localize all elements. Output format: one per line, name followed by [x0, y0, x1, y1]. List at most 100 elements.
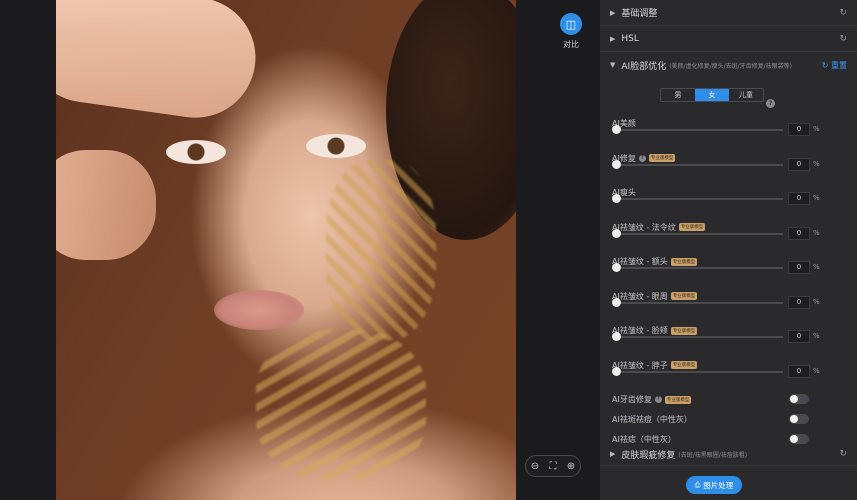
reset-icon[interactable]: ↻: [839, 449, 847, 459]
photo-lips-shape: [214, 290, 304, 330]
slider-list: AI美颜 0% AI修复? 专业版模型 0% AI瘦头 0% AI祛皱纹 - 法令纹 专业版模型…: [600, 114, 857, 390]
slider-handle[interactable]: [612, 297, 621, 307]
pro-model-badge: 专业版模型: [670, 292, 698, 300]
divider: [600, 465, 857, 466]
section-hsl[interactable]: ▶ HSL ↻: [600, 26, 857, 52]
portrait-photo: [56, 0, 516, 500]
slider-value-input[interactable]: 0: [788, 295, 810, 309]
section-title: 基础调整: [621, 9, 658, 19]
percent-unit: %: [813, 332, 820, 340]
percent-unit: %: [813, 263, 820, 271]
reset-icon[interactable]: ↻: [839, 8, 847, 18]
pro-model-badge: 专业版模型: [648, 154, 676, 162]
percent-unit: %: [813, 366, 820, 375]
slider-row: AI美颜 0%: [600, 114, 857, 149]
pro-model-badge: 专业版模型: [678, 223, 706, 231]
slider-label: AI祛皱纹 - 脸颊 专业版模型: [612, 326, 698, 335]
slider-handle[interactable]: [612, 125, 621, 134]
slider-row: AI祛皱纹 - 额头 专业版模型 0%: [600, 252, 857, 287]
toggle-row: AI祛斑祛痘（中性灰）: [600, 410, 857, 430]
toggle-label: AI牙齿修复? 专业版模型: [612, 395, 692, 404]
slider-value-input[interactable]: 0: [788, 192, 810, 205]
reset-button[interactable]: ↻ 重置: [822, 60, 847, 71]
section-skin[interactable]: ▶ 皮肤瑕疵修复 (去斑/祛黑眼圈/祛痘肤粗) ↻: [600, 441, 857, 467]
photo-eye-shape: [306, 134, 366, 158]
photo-gold-leaf-shape: [256, 330, 426, 480]
section-title: 皮肤瑕疵修复: [621, 450, 676, 461]
slider-track[interactable]: [616, 370, 783, 373]
slider-handle[interactable]: [612, 228, 621, 238]
pro-model-badge: 专业版模型: [670, 326, 698, 335]
help-icon[interactable]: ?: [638, 154, 646, 162]
slider-track[interactable]: [616, 336, 783, 338]
percent-unit: %: [813, 194, 820, 202]
section-subtitle: (去斑/祛黑眼圈/祛痘肤粗): [678, 451, 748, 459]
slider-value-input[interactable]: 0: [788, 364, 810, 378]
section-basic[interactable]: ▶ 基础调整 ↻: [600, 0, 857, 26]
slider-handle[interactable]: [612, 194, 621, 203]
compare-button[interactable]: ◫ 对比: [558, 13, 584, 50]
slider-handle[interactable]: [612, 263, 621, 272]
slider-track[interactable]: [616, 198, 783, 200]
slider-handle[interactable]: [612, 366, 621, 376]
process-image-button[interactable]: ⎙ 图片处理: [686, 476, 742, 494]
fit-screen-icon[interactable]: ⛶: [546, 461, 560, 472]
slider-row: AI祛皱纹 - 眼周 专业版模型 0%: [600, 287, 857, 322]
slider-track[interactable]: [616, 267, 783, 269]
caret-right-icon: ▶: [610, 34, 616, 43]
section-title: HSL: [621, 33, 639, 44]
compare-icon: ◫: [560, 13, 582, 35]
help-icon[interactable]: ?: [654, 396, 662, 403]
slider-label: AI祛皱纹 - 眼周 专业版模型: [612, 291, 698, 301]
zoom-out-icon[interactable]: ⊖: [528, 461, 542, 472]
help-icon[interactable]: ?: [766, 99, 775, 108]
slider-row: AI祛皱纹 - 脸颊 专业版模型 0%: [600, 321, 857, 356]
gender-segmented-control: 男 女 儿童: [660, 88, 764, 102]
percent-unit: %: [813, 125, 820, 133]
slider-track[interactable]: [616, 232, 783, 235]
pro-model-badge: 专业版模型: [664, 395, 692, 404]
slider-track[interactable]: [616, 129, 783, 131]
percent-unit: %: [813, 297, 820, 306]
slider-handle[interactable]: [612, 332, 621, 341]
section-title: AI脸部优化: [621, 61, 667, 72]
toggle-switch[interactable]: [789, 414, 809, 424]
gender-male-option[interactable]: 男: [661, 89, 695, 101]
slider-value-input[interactable]: 0: [788, 123, 810, 136]
slider-value-input[interactable]: 0: [788, 330, 810, 343]
photo-gold-leaf-shape: [326, 160, 436, 340]
slider-row: AI祛皱纹 - 法令纹 专业版模型 0%: [600, 218, 857, 253]
slider-track[interactable]: [616, 301, 783, 304]
slider-value-input[interactable]: 0: [788, 226, 810, 240]
section-ai-face[interactable]: ▼ AI脸部优化 (美颜/虚化修复/瘦头/去斑/牙齿修复/祛眼袋等) ↻ 重置: [600, 52, 857, 78]
toggle-switch[interactable]: [789, 394, 809, 404]
caret-right-icon: ▶: [610, 450, 616, 458]
slider-label: AI修复? 专业版模型: [612, 153, 676, 163]
percent-unit: %: [813, 159, 820, 168]
gender-selector: 男 女 儿童 ?: [600, 88, 857, 114]
image-canvas: ◫ 对比 ⊖ ⛶ ⊕: [0, 0, 600, 500]
process-icon: ⎙: [694, 480, 701, 489]
section-subtitle: (美颜/虚化修复/瘦头/去斑/牙齿修复/祛眼袋等): [669, 62, 792, 70]
caret-right-icon: ▶: [610, 8, 616, 17]
percent-unit: %: [813, 228, 820, 237]
toggle-label: AI祛斑祛痘（中性灰）: [612, 415, 692, 424]
section-skin-head[interactable]: ▶ 皮肤瑕疵修复 (去斑/祛黑眼圈/祛痘肤粗) ↻: [600, 441, 857, 467]
gender-child-option[interactable]: 儿童: [729, 89, 763, 101]
gender-female-option[interactable]: 女: [695, 89, 729, 101]
pro-model-badge: 专业版模型: [670, 257, 698, 266]
pro-model-badge: 专业版模型: [670, 361, 698, 369]
toggle-row: AI牙齿修复? 专业版模型: [600, 390, 857, 410]
slider-label: AI祛皱纹 - 额头 专业版模型: [612, 257, 698, 266]
slider-row: AI修复? 专业版模型 0%: [600, 149, 857, 184]
slider-handle[interactable]: [612, 159, 621, 169]
slider-row: AI瘦头 0%: [600, 183, 857, 218]
slider-track[interactable]: [616, 163, 783, 166]
compare-label: 对比: [563, 40, 579, 49]
reset-icon[interactable]: ↻: [839, 34, 847, 44]
slider-value-input[interactable]: 0: [788, 157, 810, 171]
zoom-in-icon[interactable]: ⊕: [564, 461, 578, 472]
slider-value-input[interactable]: 0: [788, 261, 810, 274]
caret-down-icon: ▼: [610, 61, 616, 69]
process-label: 图片处理: [703, 480, 734, 490]
